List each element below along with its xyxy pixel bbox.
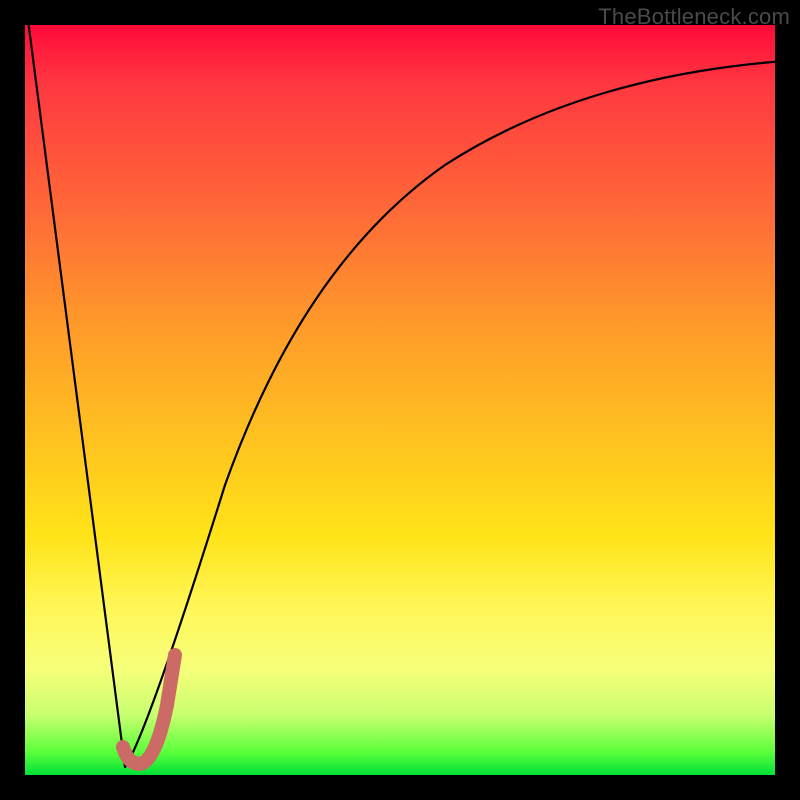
bottleneck-curve xyxy=(28,20,785,767)
watermark-text: TheBottleneck.com xyxy=(598,4,790,30)
chart-frame: TheBottleneck.com xyxy=(0,0,800,800)
accent-j-mark xyxy=(123,655,175,764)
chart-svg xyxy=(25,25,775,775)
